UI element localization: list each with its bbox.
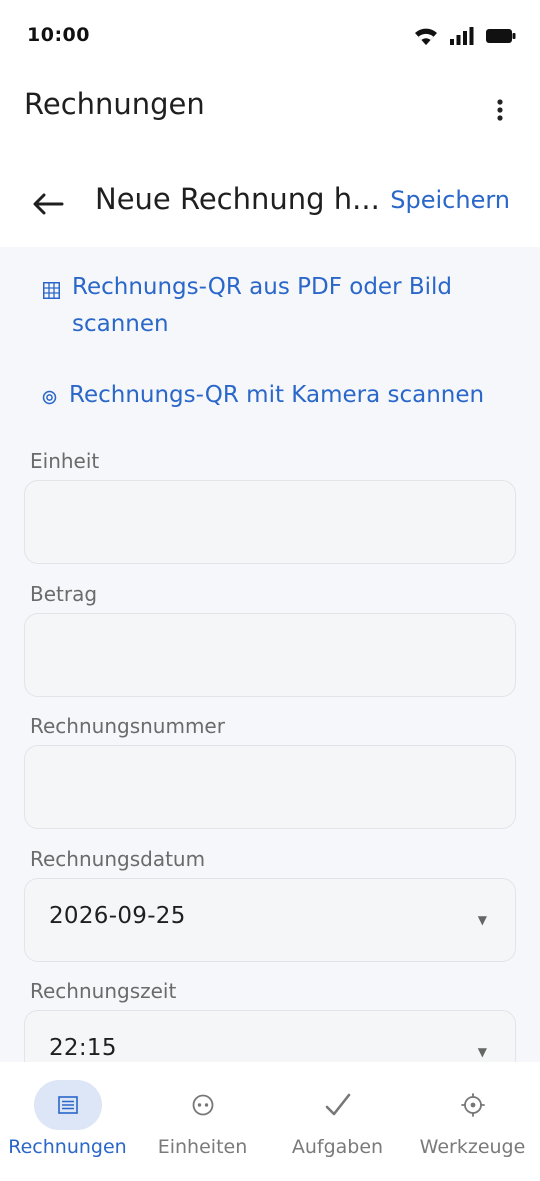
app-title: Rechnungen	[24, 87, 205, 121]
nav-item-werkzeuge[interactable]: Werkzeuge	[405, 1062, 540, 1181]
wifi-icon	[415, 28, 437, 45]
rechnungsnummer-label: Rechnungsnummer	[30, 714, 225, 738]
nav-item-rechnungen[interactable]: Rechnungen	[0, 1062, 135, 1181]
rechnungsdatum-dropdown[interactable]: 2026-09-25 ▼	[24, 878, 516, 962]
nav-label: Werkzeuge	[419, 1136, 526, 1158]
rechnungsdatum-value: 2026-09-25	[49, 903, 186, 929]
einheit-field[interactable]	[24, 480, 516, 564]
nav-label: Aufgaben	[291, 1136, 384, 1158]
rechnungsdatum-label: Rechnungsdatum	[30, 847, 206, 871]
battery-icon	[486, 29, 516, 43]
dropdown-arrow-icon: ▼	[477, 913, 487, 927]
arrow-left-icon	[33, 193, 64, 215]
nav-item-aufgaben[interactable]: Aufgaben	[270, 1062, 405, 1181]
page-title: Neue Rechnung h...	[95, 182, 380, 216]
nav-active-indicator	[33, 1080, 102, 1130]
signal-icon	[450, 27, 474, 45]
checkmark-icon	[325, 1093, 350, 1116]
scan-qr-with-camera-button[interactable]: Rechnungs-QR mit Kamera scannen	[42, 377, 512, 414]
grid-icon	[43, 282, 60, 299]
betrag-label: Betrag	[30, 582, 98, 606]
nav-label: Rechnungen	[8, 1136, 127, 1158]
rechnungszeit-label: Rechnungszeit	[30, 979, 177, 1003]
rechnungszeit-value: 22:15	[49, 1035, 117, 1061]
nav-label: Einheiten	[157, 1136, 248, 1158]
dropdown-arrow-icon: ▼	[477, 1045, 487, 1059]
scan-qr-from-file-label: Rechnungs-QR aus PDF oder Bild scannen	[72, 274, 453, 337]
nav-item-einheiten[interactable]: Einheiten	[135, 1062, 270, 1181]
rechnungszeit-dropdown[interactable]: 22:15 ▼	[24, 1010, 516, 1062]
invoice-form: Rechnungs-QR aus PDF oder Bild scannen R…	[0, 247, 540, 1062]
form-header: Neue Rechnung h... Speichern	[0, 160, 540, 246]
rechnungsnummer-field[interactable]	[24, 745, 516, 829]
units-icon	[192, 1094, 213, 1116]
app-bar: Rechnungen	[0, 72, 540, 144]
tools-gear-icon	[460, 1093, 485, 1117]
save-button[interactable]: Speichern	[390, 186, 510, 214]
camera-lens-icon	[42, 390, 57, 405]
scan-qr-from-file-button[interactable]: Rechnungs-QR aus PDF oder Bild scannen	[43, 269, 513, 343]
bottom-navigation: Rechnungen Einheiten Aufgaben Werkzeuge	[0, 1062, 540, 1181]
status-time: 10:00	[27, 24, 90, 46]
betrag-field[interactable]	[24, 613, 516, 697]
status-icons	[414, 26, 516, 46]
more-vertical-icon	[497, 99, 503, 121]
einheit-label: Einheit	[30, 449, 100, 473]
invoice-list-icon	[57, 1096, 78, 1114]
screen: 10:00 Rechnungen Neue Rechnung h... Spei…	[0, 0, 540, 1181]
status-bar: 10:00	[0, 0, 540, 72]
scan-qr-with-camera-label: Rechnungs-QR mit Kamera scannen	[69, 382, 485, 408]
overflow-menu-button[interactable]	[486, 96, 514, 124]
back-button[interactable]	[26, 182, 70, 226]
